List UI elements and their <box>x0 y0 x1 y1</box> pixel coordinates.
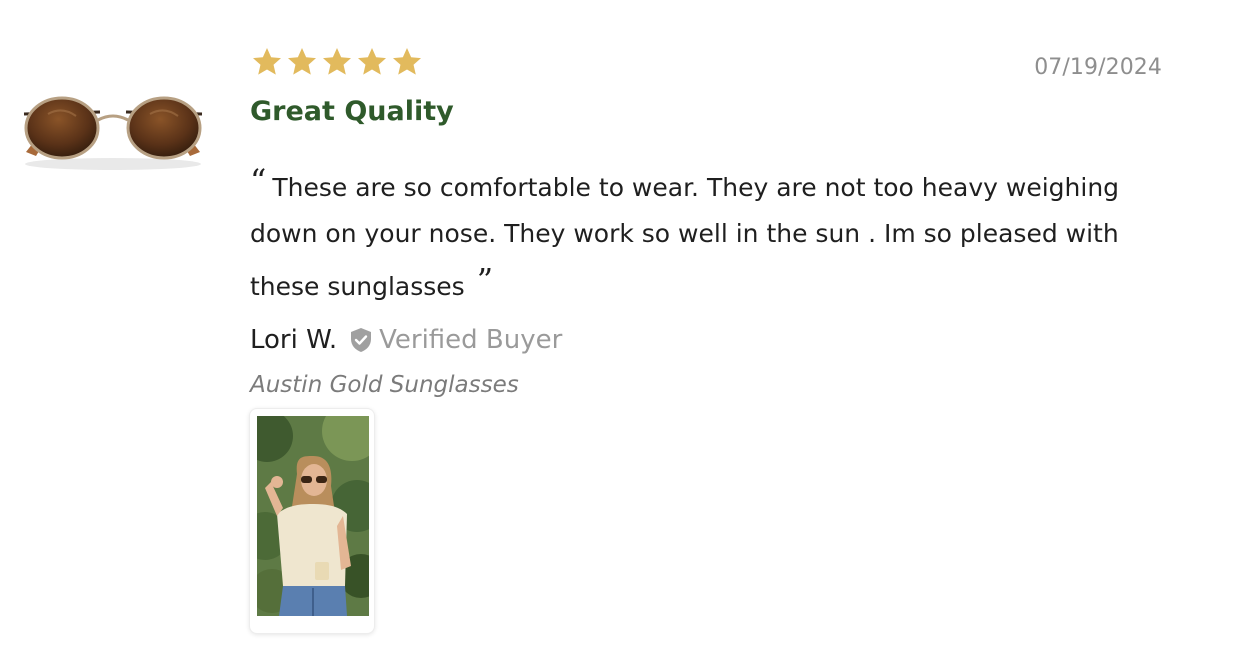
review-body: “These are so comfortable to wear. They … <box>250 158 1170 310</box>
shield-check-icon <box>351 328 372 352</box>
star-icon <box>323 48 351 75</box>
author-row: Lori W. Verified Buyer <box>250 320 562 360</box>
star-icon <box>393 48 421 75</box>
product-thumbnail <box>23 96 203 170</box>
review-title: Great Quality <box>250 96 454 127</box>
star-icon <box>288 48 316 75</box>
verified-buyer-label: Verified Buyer <box>379 325 563 355</box>
review-date: 07/19/2024 <box>1034 55 1162 80</box>
star-icon <box>358 48 386 75</box>
review-photo <box>257 416 369 616</box>
author-name: Lori W. <box>250 325 338 355</box>
product-name: Austin Gold Sunglasses <box>250 372 519 398</box>
star-rating <box>251 46 423 78</box>
star-icon <box>253 48 281 75</box>
review-text: These are so comfortable to wear. They a… <box>250 173 1120 301</box>
close-quote-icon: ” <box>476 261 494 299</box>
review-photo-thumbnail[interactable] <box>249 408 375 634</box>
open-quote-icon: “ <box>250 162 267 200</box>
